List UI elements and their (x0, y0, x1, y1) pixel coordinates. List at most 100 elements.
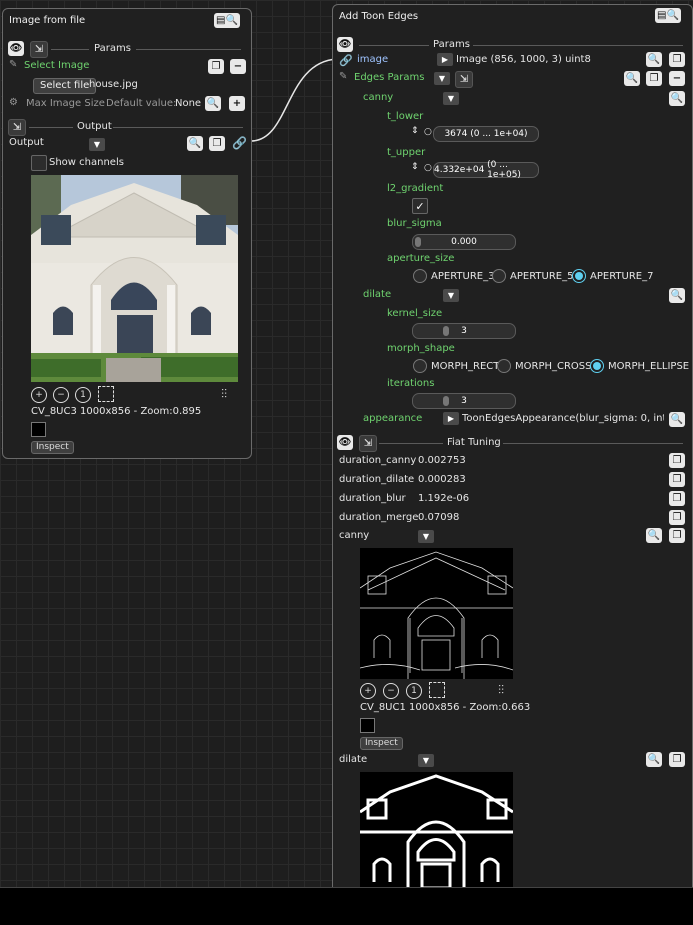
node-link (250, 58, 338, 142)
pixel-color-swatch (360, 718, 375, 733)
chevron-down-icon[interactable]: ▼ (434, 72, 450, 85)
zoom-icon[interactable]: 🔍 (646, 752, 662, 767)
max-image-size-label: Max Image Size (26, 98, 105, 109)
chevron-down-icon[interactable]: ▼ (443, 289, 459, 302)
separator (136, 49, 241, 50)
minus-icon[interactable]: − (669, 71, 685, 86)
slider-grab[interactable] (443, 396, 449, 406)
l2-gradient-checkbox[interactable]: ✓ (412, 198, 428, 214)
t-lower-range: (0 ... 1e+04) (470, 129, 528, 139)
chevron-down-icon[interactable]: ▼ (418, 530, 434, 543)
slider-grab[interactable] (415, 237, 421, 247)
iterations-slider[interactable]: 3 (412, 393, 516, 409)
aperture-5-radio[interactable] (492, 269, 506, 283)
spin-arrows-icon[interactable]: ⇕ (411, 126, 419, 136)
expand-arrow-icon[interactable]: ▶ (437, 53, 453, 66)
separator (379, 443, 443, 444)
inspect-button[interactable]: Inspect (31, 441, 74, 454)
zoom-icon[interactable]: 🔍 (669, 412, 685, 427)
zoom-icon[interactable]: 🔍 (187, 136, 203, 151)
zoom-icon[interactable]: 🔍 (646, 528, 662, 543)
chevron-down-icon[interactable]: ▼ (443, 92, 459, 105)
pencil-icon: ✎ (339, 71, 348, 82)
image-from-file-node[interactable]: Image from file ▤🔍 👁 ⇲ Params ✎ Select I… (2, 8, 252, 459)
image-param-label: image (357, 54, 389, 65)
inspect-button[interactable]: Inspect (360, 737, 403, 750)
zoom-icon[interactable]: 🔍 (646, 52, 662, 67)
zoom-reset-icon[interactable]: 1 (406, 683, 422, 699)
eye-icon[interactable]: 👁 (8, 41, 24, 56)
aperture-3-radio[interactable] (413, 269, 427, 283)
slider-grab[interactable] (443, 326, 449, 336)
eye-icon[interactable]: 👁 (337, 37, 353, 52)
copy-icon[interactable]: ❐ (669, 52, 685, 67)
circle-handle-icon[interactable]: ○ (424, 127, 432, 137)
select-file-button[interactable]: Select file (33, 78, 97, 94)
fullscreen-icon[interactable] (429, 682, 445, 698)
t-upper-slider[interactable]: 4.332e+04 (0 ... 1e+05) (433, 160, 539, 180)
blur-sigma-slider[interactable]: 0.000 (412, 234, 516, 250)
collapse-icon[interactable]: ⇲ (30, 41, 48, 58)
copy-icon[interactable]: ❐ (669, 453, 685, 468)
tuning-label: duration_dilate (339, 474, 415, 485)
kernel-size-value: 3 (461, 326, 467, 336)
zoom-out-icon[interactable]: − (383, 683, 399, 699)
spin-arrows-icon[interactable]: ⇕ (411, 162, 419, 172)
expand-arrow-icon[interactable]: ▶ (443, 412, 459, 425)
zoom-reset-icon[interactable]: 1 (75, 387, 91, 403)
settings-sliders-icon[interactable]: ⫶⫶ (221, 387, 227, 402)
node-title: Add Toon Edges (339, 11, 419, 22)
copy-icon[interactable]: ❐ (209, 136, 225, 151)
collapse-icon[interactable]: ⇲ (359, 435, 377, 452)
zoom-icon[interactable]: 🔍 (624, 71, 640, 86)
copy-icon[interactable]: ❐ (646, 71, 662, 86)
status-bar (0, 887, 693, 925)
kernel-size-slider[interactable]: 3 (412, 323, 516, 339)
morph-cross-radio[interactable] (497, 359, 511, 373)
copy-icon[interactable]: ❐ (669, 752, 685, 767)
minus-icon[interactable]: − (230, 59, 246, 74)
chevron-down-icon[interactable]: ▼ (89, 138, 105, 151)
collapse-icon[interactable]: ⇲ (455, 71, 473, 88)
circle-handle-icon[interactable]: ○ (424, 163, 432, 173)
show-channels-checkbox[interactable] (31, 155, 47, 171)
canny-image-label: canny (339, 530, 370, 541)
morph-ellipse-radio[interactable] (590, 359, 604, 373)
node-menu-icon[interactable]: ▤🔍 (655, 8, 681, 23)
canny-image-info: CV_8UC1 1000x856 - Zoom:0.663 (360, 702, 531, 713)
t-lower-slider[interactable]: 3674 (0 ... 1e+04) (433, 126, 539, 142)
aperture-7-radio[interactable] (572, 269, 586, 283)
settings-sliders-icon[interactable]: ⫶⫶ (498, 683, 504, 698)
copy-icon[interactable]: ❐ (669, 510, 685, 525)
zoom-icon[interactable]: 🔍 (669, 288, 685, 303)
dilate-edges-image[interactable] (360, 772, 513, 889)
node-menu-icon[interactable]: ▤🔍 (214, 13, 240, 28)
zoom-in-icon[interactable]: + (360, 683, 376, 699)
chevron-down-icon[interactable]: ▼ (418, 754, 434, 767)
plus-icon[interactable]: + (229, 96, 245, 111)
node-title: Image from file (9, 15, 86, 26)
param-link-icon: ⚙ (9, 97, 18, 108)
collapse-icon[interactable]: ⇲ (8, 119, 26, 136)
separator (51, 49, 89, 50)
house-image[interactable] (31, 175, 238, 382)
zoom-icon[interactable]: 🔍 (205, 96, 221, 111)
copy-icon[interactable]: ❐ (208, 59, 224, 74)
zoom-icon[interactable]: 🔍 (669, 91, 685, 106)
zoom-out-icon[interactable]: − (53, 387, 69, 403)
tuning-value: 0.000283 (418, 474, 466, 485)
fullscreen-icon[interactable] (98, 386, 114, 402)
aperture-3-label: APERTURE_3 (431, 271, 495, 282)
tuning-value: 0.07098 (418, 512, 460, 523)
copy-icon[interactable]: ❐ (669, 491, 685, 506)
morph-rect-radio[interactable] (413, 359, 427, 373)
copy-icon[interactable]: ❐ (669, 472, 685, 487)
zoom-in-icon[interactable]: + (31, 387, 47, 403)
separator (503, 443, 683, 444)
canny-edges-image[interactable] (360, 548, 513, 679)
fiat-tuning-header: Fiat Tuning (447, 437, 501, 448)
copy-icon[interactable]: ❐ (669, 528, 685, 543)
link-icon[interactable]: 🔗 (232, 136, 247, 150)
add-toon-edges-node[interactable]: Add Toon Edges ▤🔍 👁 Params 🔗 image ▶ Ima… (332, 4, 693, 890)
eye-icon[interactable]: 👁 (337, 435, 353, 450)
